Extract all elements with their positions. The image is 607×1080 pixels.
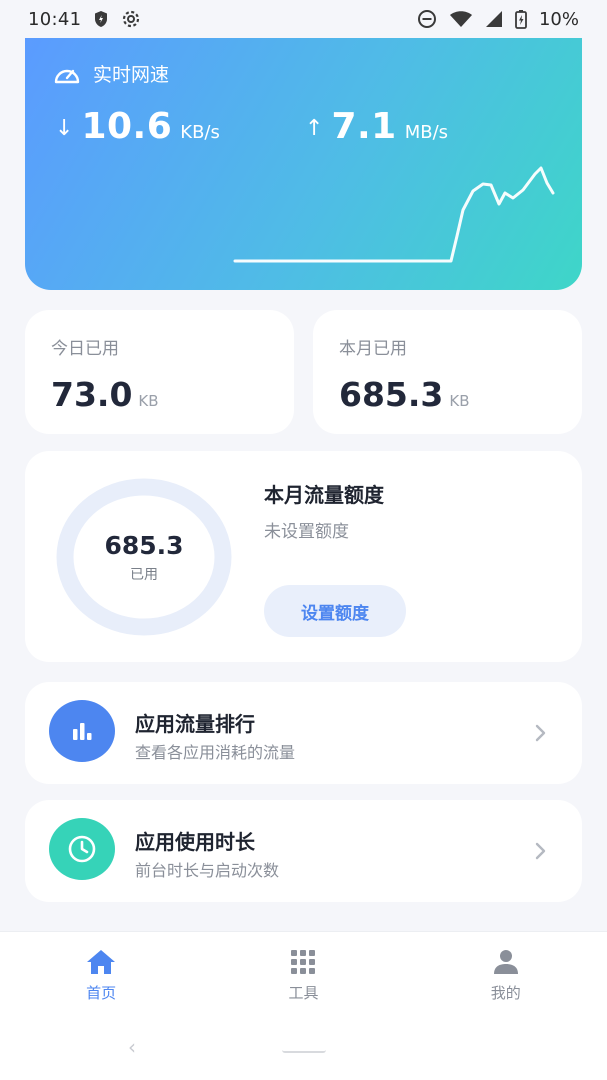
wifi-icon [449,10,473,28]
today-usage-unit: KB [138,392,159,410]
dnd-icon [417,9,437,29]
upload-value: 7.1 [331,106,397,147]
app-usage-duration-item[interactable]: 应用使用时长 前台时长与启动次数 [25,800,582,902]
ranking-title: 应用流量排行 [135,712,255,736]
download-value: 10.6 [81,106,173,147]
nav-tools-label: 工具 [288,984,319,1002]
nav-home-label: 首页 [86,984,117,1002]
speed-sparkline [233,166,555,263]
month-usage-unit: KB [449,392,470,410]
system-navigation-bar: ‹ [0,1021,607,1080]
quota-ring-label: 已用 [130,567,158,583]
chevron-right-icon [535,724,546,742]
duration-title: 应用使用时长 [135,830,255,854]
speed-header: 实时网速 [53,60,169,87]
app-traffic-ranking-item[interactable]: 应用流量排行 查看各应用消耗的流量 [25,682,582,784]
nav-tools[interactable]: 工具 [243,932,363,1021]
today-usage-label: 今日已用 [51,339,119,359]
status-bar: 10:41 10% [0,0,607,38]
battery-percent: 10% [538,8,579,30]
nav-profile-label: 我的 [490,984,521,1002]
clock-icon [49,818,115,880]
home-icon [87,950,116,974]
grid-icon [291,950,316,974]
upload-arrow-icon: ↑ [305,116,324,141]
download-speed: ↓ 10.6 KB/s [55,106,220,147]
bar-chart-icon [49,700,115,762]
battery-charging-icon [515,9,527,29]
status-time: 10:41 [28,8,82,30]
upload-unit: MB/s [404,122,449,143]
realtime-speed-card: 实时网速 ↓ 10.6 KB/s ↑ 7.1 MB/s [25,38,582,290]
download-unit: KB/s [180,122,220,143]
month-usage-value: 685.3 [339,375,444,414]
ranking-subtitle: 查看各应用消耗的流量 [135,743,296,762]
quota-title: 本月流量额度 [264,483,384,507]
month-usage-label: 本月已用 [339,339,407,359]
quota-subtitle: 未设置额度 [264,522,349,542]
shield-icon [93,10,109,28]
upload-speed: ↑ 7.1 MB/s [305,106,448,147]
nav-home[interactable]: 首页 [41,932,161,1021]
settings-gear-icon [121,9,141,29]
home-gesture-pill[interactable] [282,1047,326,1053]
set-quota-button[interactable]: 设置额度 [264,585,406,637]
quota-ring-value: 685.3 [104,531,184,560]
nav-profile[interactable]: 我的 [446,932,566,1021]
today-usage-card[interactable]: 今日已用 73.0 KB [25,310,294,434]
monthly-quota-card: 685.3 已用 本月流量额度 未设置额度 设置额度 [25,451,582,662]
speed-title: 实时网速 [93,64,170,86]
month-usage-card[interactable]: 本月已用 685.3 KB [313,310,582,434]
chevron-right-icon [535,842,546,860]
person-icon [493,950,518,974]
back-icon[interactable]: ‹ [128,1035,136,1059]
download-arrow-icon: ↓ [55,116,74,141]
duration-subtitle: 前台时长与启动次数 [135,861,280,880]
bottom-navigation: 首页 工具 我的 [0,931,607,1021]
today-usage-value: 73.0 [51,375,133,414]
speedometer-icon [53,63,81,85]
cellular-signal-icon [485,10,503,28]
